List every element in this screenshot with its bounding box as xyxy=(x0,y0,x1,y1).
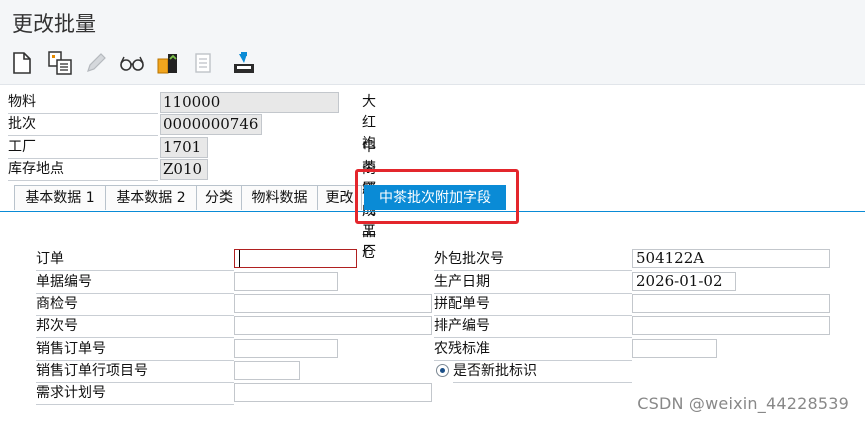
storage-location-field[interactable]: Z010 xyxy=(160,159,208,180)
pencil-icon[interactable] xyxy=(82,49,110,77)
shipment-number-label: 邦次号 xyxy=(36,316,234,338)
order-input[interactable] xyxy=(234,249,357,268)
schedule-number-label: 排产编号 xyxy=(434,316,632,338)
tab-basic-data-2[interactable]: 基本数据 2 xyxy=(105,185,197,210)
plant-label: 工厂 xyxy=(8,137,158,159)
storage-location-label: 库存地点 xyxy=(8,159,158,181)
batch-field[interactable]: 0000000746 xyxy=(160,114,262,135)
outsourced-batch-label: 外包批次号 xyxy=(434,249,632,271)
material-label: 物料 xyxy=(8,92,158,114)
sales-order-label: 销售订单号 xyxy=(36,339,234,361)
blend-order-label: 拼配单号 xyxy=(434,294,632,316)
sales-order-item-label: 销售订单行项目号 xyxy=(36,361,234,383)
batch-label: 批次 xyxy=(8,114,158,136)
outsourced-batch-input[interactable]: 504122A xyxy=(632,249,830,268)
document-number-label: 单据编号 xyxy=(36,272,234,294)
document-number-input[interactable] xyxy=(234,272,338,291)
watermark: CSDN @weixin_44228539 xyxy=(637,394,849,413)
pesticide-standard-input[interactable] xyxy=(632,339,717,358)
print-icon[interactable] xyxy=(190,49,218,77)
toolbar xyxy=(0,44,865,85)
new-batch-radio[interactable] xyxy=(436,364,449,377)
inspection-number-input[interactable] xyxy=(234,294,432,313)
new-batch-label: 是否新批标识 xyxy=(453,361,632,383)
tab-basic-data-1[interactable]: 基本数据 1 xyxy=(14,185,106,210)
production-date-label: 生产日期 xyxy=(434,272,632,294)
display-change-icon[interactable] xyxy=(46,49,74,77)
pesticide-standard-label: 农残标准 xyxy=(434,339,632,361)
shipment-number-input[interactable] xyxy=(234,316,432,335)
order-label: 订单 xyxy=(36,249,234,271)
window-title: 更改批量 xyxy=(12,12,96,36)
save-icon[interactable] xyxy=(230,49,258,77)
inspection-number-label: 商检号 xyxy=(36,294,234,316)
tab-classification[interactable]: 分类 xyxy=(196,185,242,210)
material-field[interactable]: 110000 xyxy=(160,92,339,113)
text-cursor xyxy=(239,250,240,267)
title-bar: 更改批量 xyxy=(0,0,865,44)
demand-plan-number-input[interactable] xyxy=(234,383,432,402)
new-document-icon[interactable] xyxy=(8,49,36,77)
sales-order-item-input[interactable] xyxy=(234,361,300,380)
tab-material-data[interactable]: 物料数据 xyxy=(241,185,318,210)
transport-icon[interactable] xyxy=(154,49,182,77)
demand-plan-number-label: 需求计划号 xyxy=(36,383,234,405)
schedule-number-input[interactable] xyxy=(632,316,830,335)
sales-order-input[interactable] xyxy=(234,339,338,358)
annotation-highlight-box xyxy=(355,169,519,224)
production-date-input[interactable]: 2026-01-02 xyxy=(632,272,736,291)
blend-order-input[interactable] xyxy=(632,294,830,313)
plant-field[interactable]: 1701 xyxy=(160,137,208,158)
glasses-icon[interactable] xyxy=(118,49,146,77)
